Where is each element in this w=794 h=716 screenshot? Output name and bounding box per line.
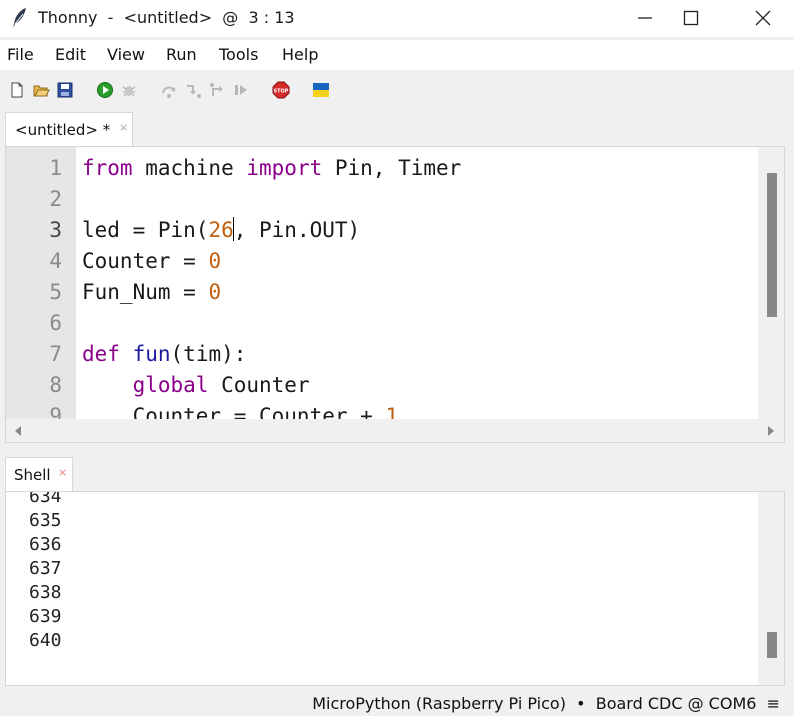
scroll-left-icon[interactable]	[14, 426, 22, 436]
line-number: 6	[49, 311, 62, 335]
code-line-1: from machine import Pin, Timer	[82, 153, 461, 184]
title-bar: Thonny - <untitled> @ 3 : 13	[0, 0, 794, 37]
menu-view[interactable]: View	[107, 45, 145, 64]
shell-output-line: 636	[29, 534, 62, 555]
menu-edit[interactable]: Edit	[55, 45, 86, 64]
code-text: Counter =	[82, 249, 209, 273]
run-icon[interactable]	[96, 81, 114, 99]
number-literal: 0	[208, 249, 222, 273]
scroll-right-icon[interactable]	[767, 426, 775, 436]
thonny-window: Thonny - <untitled> @ 3 : 13 File Edit V…	[0, 0, 794, 716]
close-button[interactable]	[740, 0, 786, 37]
shell-output-line: 640	[29, 630, 62, 651]
code-line-4: Counter = 0	[82, 246, 221, 277]
step-into-icon[interactable]	[184, 81, 202, 99]
shell-output-line: 639	[29, 606, 62, 627]
keyword: import	[246, 156, 323, 180]
debug-icon[interactable]	[120, 81, 138, 99]
shell-vertical-scrollbar[interactable]	[758, 492, 784, 685]
minimize-icon	[638, 17, 652, 19]
maximize-button[interactable]	[668, 0, 714, 37]
code-text: machine	[132, 156, 247, 180]
code-text: , Pin.OUT)	[233, 218, 361, 242]
step-over-icon[interactable]	[160, 81, 178, 99]
number-literal: 26	[208, 218, 234, 242]
code-text: Fun_Num =	[82, 280, 209, 304]
step-out-icon[interactable]	[208, 81, 226, 99]
toolbar: STOP	[0, 75, 794, 107]
stop-icon[interactable]: STOP	[272, 81, 290, 99]
code-line-3: led = Pin(26, Pin.OUT)	[82, 215, 360, 246]
menu-run[interactable]: Run	[166, 45, 197, 64]
line-number: 8	[49, 373, 62, 397]
tab-shell[interactable]: Shell ×	[5, 457, 73, 491]
tab-untitled[interactable]: <untitled> * ×	[5, 112, 133, 146]
keyword: def	[82, 342, 120, 366]
new-file-icon[interactable]	[8, 81, 26, 99]
menu-help[interactable]: Help	[282, 45, 318, 64]
code-editor[interactable]: 1 2 3 4 5 6 7 8 9 from machine import Pi…	[5, 146, 785, 443]
ukraine-flag-icon[interactable]	[312, 81, 330, 99]
code-text: led = Pin(	[82, 218, 209, 242]
window-title: Thonny - <untitled> @ 3 : 13	[38, 8, 295, 27]
code-line-7: def fun(tim):	[82, 339, 246, 370]
menu-file[interactable]: File	[7, 45, 34, 64]
close-icon	[755, 10, 771, 26]
keyword: global	[132, 373, 209, 397]
function-name: fun	[132, 342, 171, 366]
shell-output-line: 637	[29, 558, 62, 579]
feather-icon	[13, 8, 26, 28]
resume-icon[interactable]	[232, 81, 250, 99]
shell-output-line: 635	[29, 510, 62, 531]
maximize-icon	[683, 10, 699, 26]
status-bar: MicroPython (Raspberry Pi Pico) • Board …	[0, 690, 794, 716]
editor-scroll-thumb[interactable]	[767, 173, 777, 317]
code-text: Counter	[208, 373, 310, 397]
line-number: 4	[49, 249, 62, 273]
shell-scroll-thumb[interactable]	[767, 632, 777, 658]
editor-tab-strip: <untitled> * ×	[0, 112, 794, 146]
code-line-8: global Counter	[82, 370, 310, 401]
tab-label: <untitled> *	[15, 121, 111, 139]
svg-text:STOP: STOP	[274, 89, 289, 95]
menu-bar: File Edit View Run Tools Help	[0, 40, 794, 70]
line-number: 7	[49, 342, 62, 366]
keyword: from	[82, 156, 133, 180]
open-folder-icon[interactable]	[32, 81, 50, 99]
save-icon[interactable]	[56, 81, 74, 99]
shell-output-line: 638	[29, 582, 62, 603]
menu-tools[interactable]: Tools	[219, 45, 258, 64]
minimize-button[interactable]	[622, 0, 668, 37]
shell-tab-label: Shell	[14, 466, 51, 484]
number-literal: 0	[208, 280, 222, 304]
line-number: 5	[49, 280, 62, 304]
code-line-5: Fun_Num = 0	[82, 277, 221, 308]
editor-horizontal-scrollbar[interactable]	[6, 419, 784, 442]
shell-tab-close-icon[interactable]: ×	[58, 466, 67, 479]
interpreter-status[interactable]: MicroPython (Raspberry Pi Pico) • Board …	[312, 694, 780, 713]
line-number: 1	[49, 156, 62, 180]
code-text: Pin, Timer	[322, 156, 462, 180]
editor-vertical-scrollbar[interactable]	[758, 147, 784, 419]
code-text: (tim):	[170, 342, 247, 366]
line-number: 2	[49, 187, 62, 211]
line-number-gutter: 1 2 3 4 5 6 7 8 9	[6, 147, 76, 428]
tab-close-icon[interactable]: ×	[119, 121, 128, 134]
shell-output-line: 634	[29, 491, 62, 507]
line-number-current: 3	[49, 218, 62, 242]
shell-panel[interactable]: 634 635 636 637 638 639 640	[5, 491, 785, 686]
